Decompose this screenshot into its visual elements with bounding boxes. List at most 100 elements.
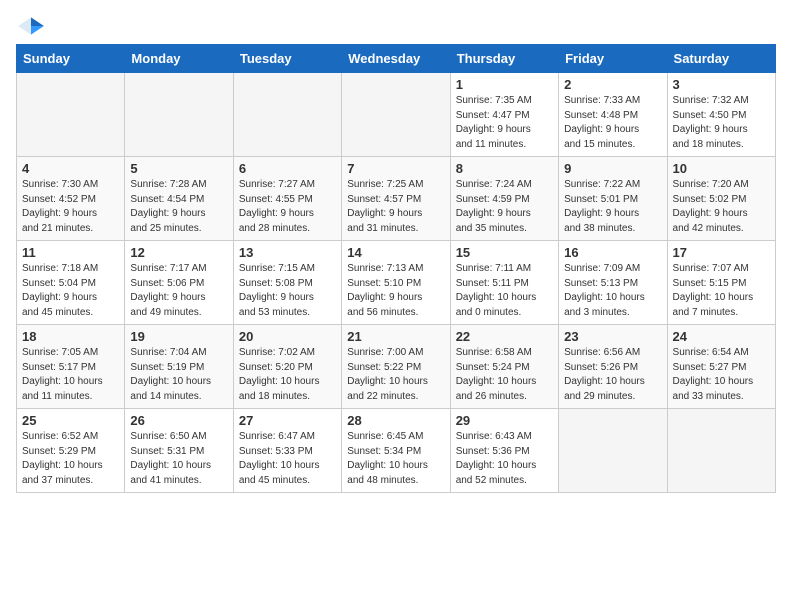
- day-number: 11: [22, 245, 119, 260]
- day-number: 14: [347, 245, 444, 260]
- cell-content: Sunrise: 7:15 AM Sunset: 5:08 PM Dayligh…: [239, 262, 336, 320]
- cell-content: Sunrise: 7:13 AM Sunset: 5:10 PM Dayligh…: [347, 262, 444, 320]
- calendar-cell: 20 Sunrise: 7:02 AM Sunset: 5:20 PM Dayli…: [233, 325, 341, 409]
- day-number: 15: [456, 245, 553, 260]
- calendar-cell: [559, 409, 667, 493]
- calendar-cell: 24 Sunrise: 6:54 AM Sunset: 5:27 PM Dayli…: [667, 325, 775, 409]
- calendar-table: SundayMondayTuesdayWednesdayThursdayFrid…: [16, 44, 776, 493]
- cell-content: Sunrise: 6:47 AM Sunset: 5:33 PM Dayligh…: [239, 430, 336, 488]
- day-number: 24: [673, 329, 770, 344]
- weekday-header-monday: Monday: [125, 45, 233, 73]
- day-number: 20: [239, 329, 336, 344]
- cell-content: Sunrise: 7:35 AM Sunset: 4:47 PM Dayligh…: [456, 94, 553, 152]
- calendar-cell: [17, 73, 125, 157]
- calendar-week-row: 1 Sunrise: 7:35 AM Sunset: 4:47 PM Daylig…: [17, 73, 776, 157]
- calendar-cell: 19 Sunrise: 7:04 AM Sunset: 5:19 PM Dayli…: [125, 325, 233, 409]
- cell-content: Sunrise: 7:24 AM Sunset: 4:59 PM Dayligh…: [456, 178, 553, 236]
- weekday-header-friday: Friday: [559, 45, 667, 73]
- cell-content: Sunrise: 6:43 AM Sunset: 5:36 PM Dayligh…: [456, 430, 553, 488]
- cell-content: Sunrise: 7:27 AM Sunset: 4:55 PM Dayligh…: [239, 178, 336, 236]
- weekday-header-row: SundayMondayTuesdayWednesdayThursdayFrid…: [17, 45, 776, 73]
- day-number: 5: [130, 161, 227, 176]
- cell-content: Sunrise: 7:18 AM Sunset: 5:04 PM Dayligh…: [22, 262, 119, 320]
- calendar-cell: 4 Sunrise: 7:30 AM Sunset: 4:52 PM Daylig…: [17, 157, 125, 241]
- calendar-cell: 23 Sunrise: 6:56 AM Sunset: 5:26 PM Dayli…: [559, 325, 667, 409]
- day-number: 25: [22, 413, 119, 428]
- cell-content: Sunrise: 6:56 AM Sunset: 5:26 PM Dayligh…: [564, 346, 661, 404]
- day-number: 22: [456, 329, 553, 344]
- day-number: 1: [456, 77, 553, 92]
- cell-content: Sunrise: 7:02 AM Sunset: 5:20 PM Dayligh…: [239, 346, 336, 404]
- cell-content: Sunrise: 6:54 AM Sunset: 5:27 PM Dayligh…: [673, 346, 770, 404]
- cell-content: Sunrise: 6:50 AM Sunset: 5:31 PM Dayligh…: [130, 430, 227, 488]
- calendar-cell: 5 Sunrise: 7:28 AM Sunset: 4:54 PM Daylig…: [125, 157, 233, 241]
- cell-content: Sunrise: 7:05 AM Sunset: 5:17 PM Dayligh…: [22, 346, 119, 404]
- logo: [16, 16, 50, 36]
- calendar-cell: 8 Sunrise: 7:24 AM Sunset: 4:59 PM Daylig…: [450, 157, 558, 241]
- calendar-cell: [342, 73, 450, 157]
- calendar-cell: [125, 73, 233, 157]
- weekday-header-saturday: Saturday: [667, 45, 775, 73]
- calendar-cell: 13 Sunrise: 7:15 AM Sunset: 5:08 PM Dayli…: [233, 241, 341, 325]
- calendar-cell: 1 Sunrise: 7:35 AM Sunset: 4:47 PM Daylig…: [450, 73, 558, 157]
- day-number: 7: [347, 161, 444, 176]
- day-number: 13: [239, 245, 336, 260]
- cell-content: Sunrise: 6:45 AM Sunset: 5:34 PM Dayligh…: [347, 430, 444, 488]
- day-number: 4: [22, 161, 119, 176]
- calendar-cell: 6 Sunrise: 7:27 AM Sunset: 4:55 PM Daylig…: [233, 157, 341, 241]
- cell-content: Sunrise: 7:32 AM Sunset: 4:50 PM Dayligh…: [673, 94, 770, 152]
- cell-content: Sunrise: 7:30 AM Sunset: 4:52 PM Dayligh…: [22, 178, 119, 236]
- day-number: 21: [347, 329, 444, 344]
- calendar-cell: 15 Sunrise: 7:11 AM Sunset: 5:11 PM Dayli…: [450, 241, 558, 325]
- calendar-week-row: 25 Sunrise: 6:52 AM Sunset: 5:29 PM Dayli…: [17, 409, 776, 493]
- calendar-cell: 18 Sunrise: 7:05 AM Sunset: 5:17 PM Dayli…: [17, 325, 125, 409]
- cell-content: Sunrise: 7:09 AM Sunset: 5:13 PM Dayligh…: [564, 262, 661, 320]
- calendar-cell: 2 Sunrise: 7:33 AM Sunset: 4:48 PM Daylig…: [559, 73, 667, 157]
- day-number: 12: [130, 245, 227, 260]
- weekday-header-wednesday: Wednesday: [342, 45, 450, 73]
- cell-content: Sunrise: 7:00 AM Sunset: 5:22 PM Dayligh…: [347, 346, 444, 404]
- day-number: 28: [347, 413, 444, 428]
- weekday-header-sunday: Sunday: [17, 45, 125, 73]
- day-number: 9: [564, 161, 661, 176]
- calendar-cell: 10Sunrise: 7:20 AM Sunset: 5:02 PM Dayli…: [667, 157, 775, 241]
- calendar-cell: 9 Sunrise: 7:22 AM Sunset: 5:01 PM Daylig…: [559, 157, 667, 241]
- cell-content: Sunrise: 7:04 AM Sunset: 5:19 PM Dayligh…: [130, 346, 227, 404]
- cell-content: Sunrise: 6:58 AM Sunset: 5:24 PM Dayligh…: [456, 346, 553, 404]
- day-number: 26: [130, 413, 227, 428]
- cell-content: Sunrise: 7:20 AM Sunset: 5:02 PM Dayligh…: [673, 178, 770, 236]
- day-number: 8: [456, 161, 553, 176]
- weekday-header-tuesday: Tuesday: [233, 45, 341, 73]
- cell-content: Sunrise: 7:22 AM Sunset: 5:01 PM Dayligh…: [564, 178, 661, 236]
- cell-content: Sunrise: 7:33 AM Sunset: 4:48 PM Dayligh…: [564, 94, 661, 152]
- weekday-header-thursday: Thursday: [450, 45, 558, 73]
- day-number: 6: [239, 161, 336, 176]
- day-number: 29: [456, 413, 553, 428]
- day-number: 2: [564, 77, 661, 92]
- calendar-cell: 29 Sunrise: 6:43 AM Sunset: 5:36 PM Dayli…: [450, 409, 558, 493]
- cell-content: Sunrise: 7:07 AM Sunset: 5:15 PM Dayligh…: [673, 262, 770, 320]
- cell-content: Sunrise: 7:25 AM Sunset: 4:57 PM Dayligh…: [347, 178, 444, 236]
- logo-icon: [16, 16, 46, 36]
- cell-content: Sunrise: 7:28 AM Sunset: 4:54 PM Dayligh…: [130, 178, 227, 236]
- calendar-week-row: 11 Sunrise: 7:18 AM Sunset: 5:04 PM Dayli…: [17, 241, 776, 325]
- day-number: 3: [673, 77, 770, 92]
- day-number: 17: [673, 245, 770, 260]
- cell-content: Sunrise: 6:52 AM Sunset: 5:29 PM Dayligh…: [22, 430, 119, 488]
- calendar-cell: 12Sunrise: 7:17 AM Sunset: 5:06 PM Dayli…: [125, 241, 233, 325]
- calendar-cell: 28 Sunrise: 6:45 AM Sunset: 5:34 PM Dayli…: [342, 409, 450, 493]
- calendar-cell: 25 Sunrise: 6:52 AM Sunset: 5:29 PM Dayli…: [17, 409, 125, 493]
- day-number: 18: [22, 329, 119, 344]
- day-number: 19: [130, 329, 227, 344]
- day-number: 16: [564, 245, 661, 260]
- calendar-cell: [667, 409, 775, 493]
- calendar-week-row: 4 Sunrise: 7:30 AM Sunset: 4:52 PM Daylig…: [17, 157, 776, 241]
- calendar-cell: 21 Sunrise: 7:00 AM Sunset: 5:22 PM Dayli…: [342, 325, 450, 409]
- calendar-cell: 27Sunrise: 6:47 AM Sunset: 5:33 PM Dayli…: [233, 409, 341, 493]
- calendar-week-row: 18 Sunrise: 7:05 AM Sunset: 5:17 PM Dayli…: [17, 325, 776, 409]
- cell-content: Sunrise: 7:11 AM Sunset: 5:11 PM Dayligh…: [456, 262, 553, 320]
- day-number: 23: [564, 329, 661, 344]
- calendar-cell: 26 Sunrise: 6:50 AM Sunset: 5:31 PM Dayli…: [125, 409, 233, 493]
- calendar-cell: 11 Sunrise: 7:18 AM Sunset: 5:04 PM Dayli…: [17, 241, 125, 325]
- calendar-cell: 7 Sunrise: 7:25 AM Sunset: 4:57 PM Daylig…: [342, 157, 450, 241]
